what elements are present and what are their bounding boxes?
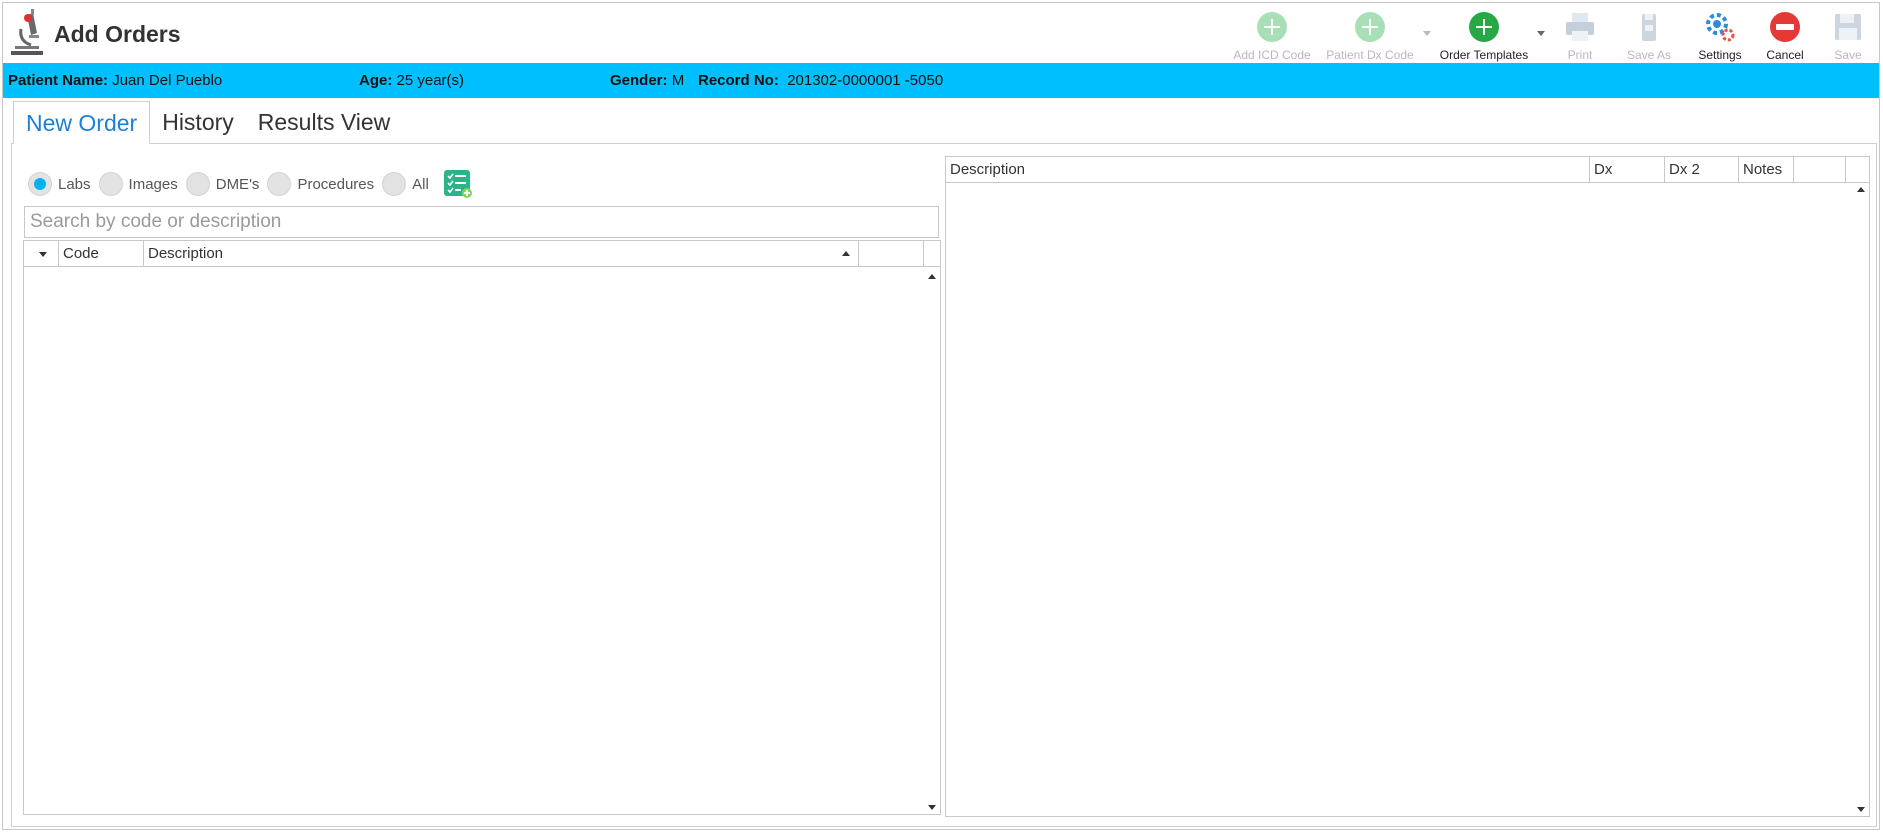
- patient-gender-field: Gender: M: [610, 72, 684, 89]
- chevron-down-icon: [1537, 31, 1545, 36]
- column-header-description[interactable]: Description: [946, 157, 1590, 183]
- save-as-label: Save As: [1626, 48, 1672, 62]
- add-icd-code-label: Add ICD Code: [1233, 48, 1311, 62]
- radio-circle: [28, 172, 52, 196]
- order-templates-button[interactable]: Order Templates: [1435, 7, 1533, 63]
- order-code-grid: Code Description: [23, 240, 941, 815]
- save-button[interactable]: Save: [1817, 7, 1879, 63]
- patient-gender-value: M: [671, 72, 685, 89]
- filter-images-label: Images: [128, 175, 178, 193]
- filter-labs-radio[interactable]: Labs: [28, 172, 91, 196]
- save-as-button[interactable]: Save As: [1611, 7, 1687, 63]
- no-entry-icon: [1768, 10, 1802, 44]
- order-type-filter: Labs Images DME's Procedures All: [28, 168, 473, 200]
- scroll-down-icon[interactable]: [928, 805, 936, 810]
- header: Add Orders Add ICD Code Patient Dx Code: [3, 3, 1879, 63]
- chevron-down-icon: [1423, 31, 1431, 36]
- row-expander-header[interactable]: [24, 241, 59, 267]
- patient-name-field: Patient Name: Juan Del Pueblo: [8, 72, 222, 89]
- selected-orders-grid: Description Dx Dx 2 Notes: [945, 156, 1870, 817]
- record-no-value: 201302-0000001 -5050: [787, 72, 944, 89]
- add-orders-window: Add Orders Add ICD Code Patient Dx Code: [2, 2, 1880, 830]
- patient-info-bar: Patient Name: Juan Del Pueblo Age: 25 ye…: [3, 63, 1879, 98]
- filter-labs-label: Labs: [58, 175, 91, 193]
- order-search-pane: Labs Images DME's Procedures All Search …: [22, 160, 942, 822]
- patient-age-label: Age:: [359, 72, 393, 89]
- patient-dx-code-button[interactable]: Patient Dx Code: [1321, 7, 1419, 63]
- patient-dx-dropdown[interactable]: [1419, 7, 1435, 63]
- patient-name-label: Patient Name:: [8, 72, 109, 89]
- tab-results-view[interactable]: Results View: [246, 101, 403, 144]
- gears-icon: [1703, 10, 1737, 44]
- printer-icon: [1563, 10, 1597, 44]
- tab-history[interactable]: History: [150, 101, 246, 144]
- record-no-field: Record No: 201302-0000001 -5050: [698, 72, 943, 89]
- microscope-icon: [11, 9, 43, 55]
- print-label: Print: [1567, 48, 1593, 62]
- save-as-icon: [1632, 10, 1666, 44]
- column-header-extra: [859, 241, 924, 267]
- chevron-down-icon: [39, 252, 47, 257]
- scroll-up-icon[interactable]: [1857, 187, 1865, 192]
- column-header-dx2[interactable]: Dx 2: [1665, 157, 1739, 183]
- filter-procedures-radio[interactable]: Procedures: [267, 172, 374, 196]
- grid-header: Code Description: [24, 241, 940, 267]
- patient-name-value: Juan Del Pueblo: [112, 72, 223, 89]
- column-header-code[interactable]: Code: [59, 241, 144, 267]
- tab-strip: New Order History Results View: [13, 101, 402, 144]
- radio-circle: [185, 172, 210, 196]
- toolbar: Add ICD Code Patient Dx Code Order Templ…: [1223, 7, 1879, 63]
- tab-new-order[interactable]: New Order: [13, 101, 151, 144]
- save-label: Save: [1834, 48, 1862, 62]
- patient-gender-label: Gender:: [610, 72, 668, 89]
- sort-ascending-icon: [842, 251, 850, 256]
- radio-circle: [98, 172, 123, 196]
- record-no-label: Record No:: [698, 72, 779, 89]
- scroll-up-icon[interactable]: [928, 274, 936, 279]
- checklist-add-icon[interactable]: [443, 169, 473, 199]
- filter-procedures-label: Procedures: [297, 175, 375, 193]
- column-header-extra: [1794, 157, 1846, 183]
- filter-all-label: All: [412, 175, 429, 193]
- patient-age-value: 25 year(s): [396, 72, 465, 89]
- plus-circle-icon: [1467, 10, 1501, 44]
- grid-header: Description Dx Dx 2 Notes: [946, 157, 1869, 183]
- column-header-description[interactable]: Description: [144, 241, 859, 267]
- new-order-panel: Labs Images DME's Procedures All Search …: [11, 143, 1877, 827]
- patient-dx-code-label: Patient Dx Code: [1326, 48, 1414, 62]
- radio-circle: [267, 172, 292, 196]
- column-header-notes[interactable]: Notes: [1739, 157, 1794, 183]
- order-templates-label: Order Templates: [1439, 48, 1529, 62]
- filter-all-radio[interactable]: All: [382, 172, 429, 196]
- patient-age-field: Age: 25 year(s): [359, 72, 464, 89]
- print-button[interactable]: Print: [1549, 7, 1611, 63]
- settings-button[interactable]: Settings: [1687, 7, 1753, 63]
- search-input[interactable]: [24, 206, 939, 238]
- column-header-dx[interactable]: Dx: [1590, 157, 1665, 183]
- order-templates-dropdown[interactable]: [1533, 7, 1549, 63]
- plus-circle-icon: [1353, 10, 1387, 44]
- scroll-down-icon[interactable]: [1857, 807, 1865, 812]
- plus-circle-icon: [1255, 10, 1289, 44]
- filter-dmes-radio[interactable]: DME's: [185, 172, 260, 196]
- filter-images-radio[interactable]: Images: [98, 172, 178, 196]
- column-header-description-label: Description: [148, 245, 224, 262]
- floppy-disk-icon: [1831, 10, 1865, 44]
- page-title: Add Orders: [54, 21, 181, 47]
- cancel-label: Cancel: [1766, 48, 1804, 62]
- cancel-button[interactable]: Cancel: [1753, 7, 1817, 63]
- settings-label: Settings: [1698, 48, 1742, 62]
- add-icd-code-button[interactable]: Add ICD Code: [1223, 7, 1321, 63]
- filter-dmes-label: DME's: [215, 175, 260, 193]
- radio-circle: [382, 172, 407, 196]
